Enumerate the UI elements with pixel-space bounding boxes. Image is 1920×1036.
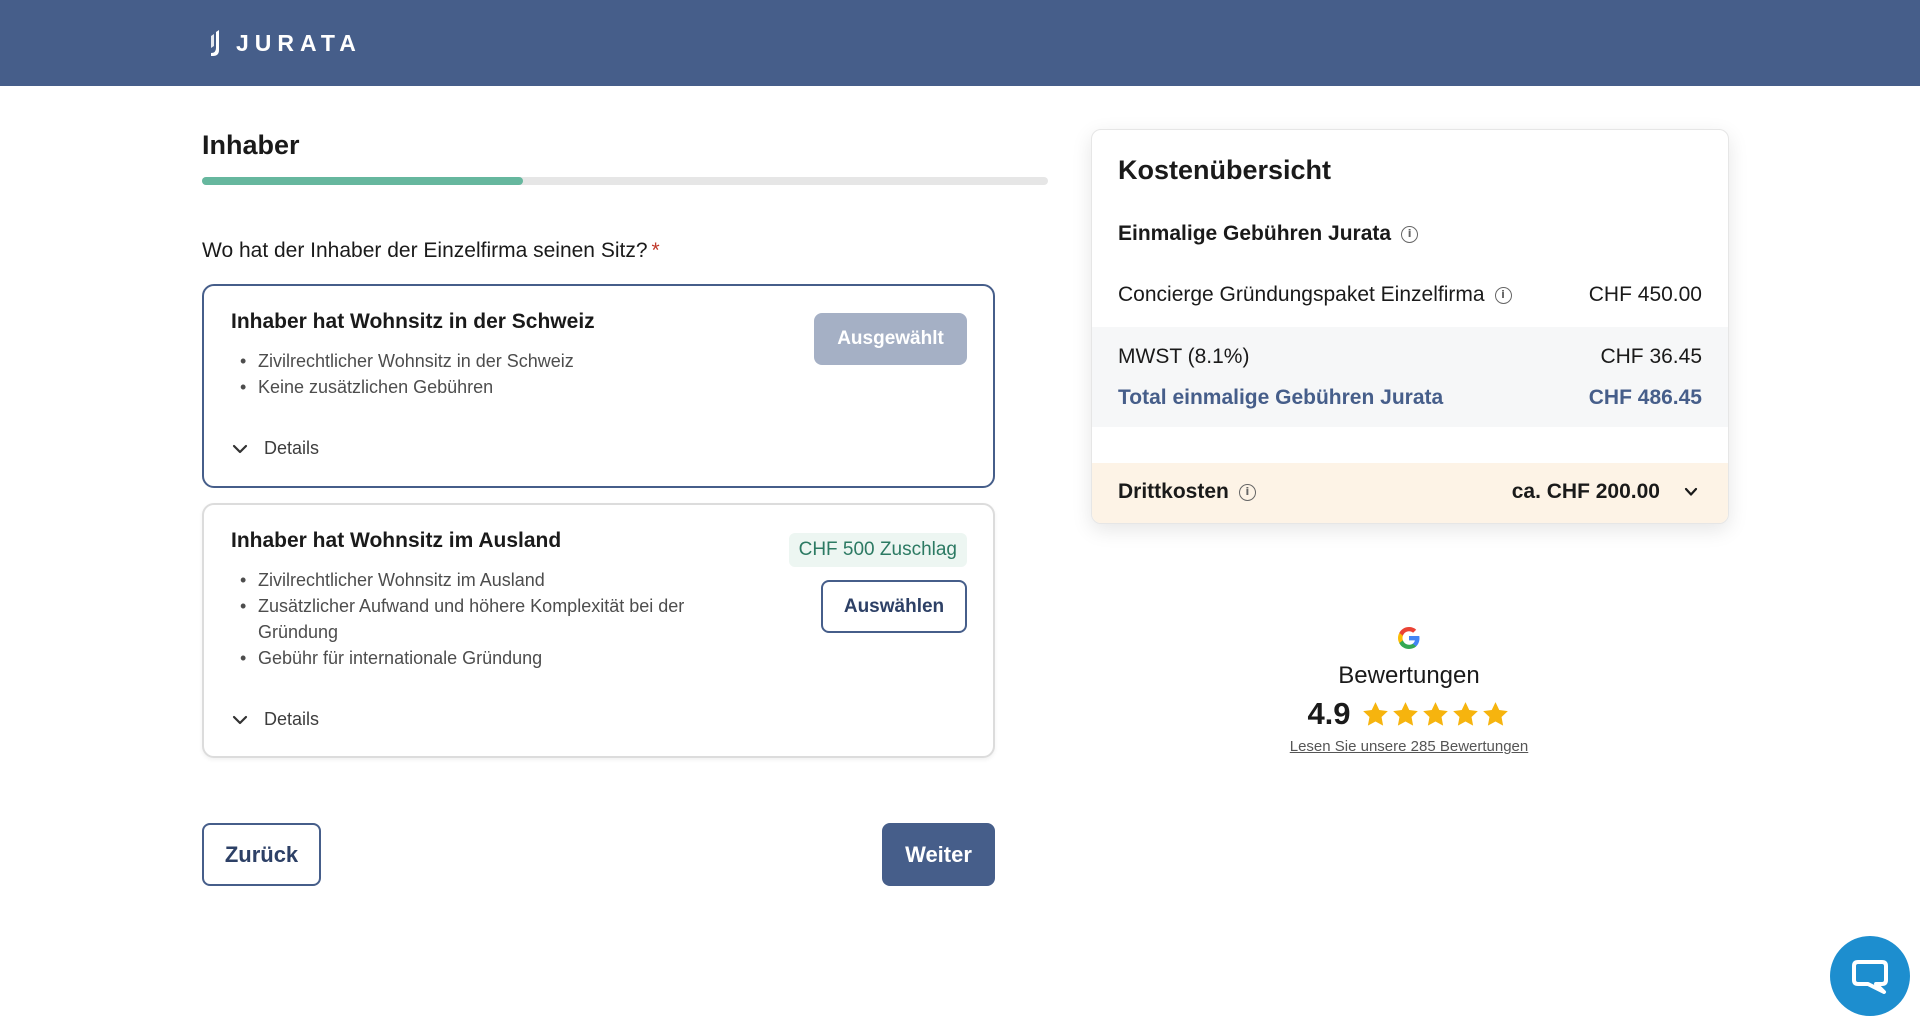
chevron-down-icon <box>232 444 248 453</box>
jurata-logo[interactable]: JURATA <box>208 28 362 58</box>
bullet-item: Keine zusätzlichen Gebühren <box>232 374 732 400</box>
cost-row-vat: MWST (8.1%) CHF 36.45 <box>1118 345 1702 369</box>
logo-text: JURATA <box>236 29 362 56</box>
page-title: Inhaber <box>202 130 300 160</box>
info-icon[interactable]: i <box>1494 286 1512 304</box>
total-value: CHF 486.45 <box>1588 386 1702 409</box>
section-title-text: Einmalige Gebühren Jurata <box>1118 222 1392 245</box>
selected-button[interactable]: Ausgewählt <box>814 313 967 365</box>
option-bullets: Zivilrechtlicher Wohnsitz in der Schweiz… <box>232 348 732 400</box>
option-title: Inhaber hat Wohnsitz im Ausland <box>231 529 562 552</box>
bullet-item: Gebühr für internationale Gründung <box>232 645 732 671</box>
summary-title: Kostenübersicht <box>1118 155 1332 185</box>
option-bullets: Zivilrechtlicher Wohnsitz im Ausland Zus… <box>232 567 732 671</box>
chevron-down-icon[interactable] <box>1684 485 1698 499</box>
progress-bar <box>202 177 1048 185</box>
info-icon[interactable]: i <box>1238 483 1256 501</box>
third-party-value-wrap: ca. CHF 200.00 <box>1512 480 1702 504</box>
cost-row-third-party[interactable]: Drittkosten i ca. CHF 200.00 <box>1118 480 1702 504</box>
google-icon <box>1398 627 1420 649</box>
cost-row-total: Total einmalige Gebühren Jurata CHF 486.… <box>1118 386 1702 410</box>
chat-icon <box>1852 960 1888 994</box>
star-icon <box>1392 701 1418 726</box>
choose-button[interactable]: Auswählen <box>821 580 967 633</box>
star-icon <box>1422 701 1448 726</box>
info-icon[interactable]: i <box>1401 225 1419 243</box>
vat-value: CHF 36.45 <box>1600 345 1702 368</box>
bullet-item: Zivilrechtlicher Wohnsitz im Ausland <box>232 567 732 593</box>
details-label: Details <box>264 438 320 458</box>
question-label: Wo hat der Inhaber der Einzelfirma seine… <box>202 239 660 263</box>
vat-label: MWST (8.1%) <box>1118 345 1250 368</box>
reviews-link[interactable]: Lesen Sie unsere 285 Bewertungen <box>1209 738 1609 755</box>
question-text: Wo hat der Inhaber der Einzelfirma seine… <box>202 239 648 262</box>
rating-score: 4.9 <box>1209 696 1609 732</box>
package-label: Concierge Gründungspaket Einzelfirma <box>1118 283 1485 306</box>
next-button[interactable]: Weiter <box>882 823 995 886</box>
rating-number: 4.9 <box>1307 696 1351 731</box>
total-label: Total einmalige Gebühren Jurata <box>1118 386 1444 409</box>
star-icon <box>1482 701 1508 726</box>
cost-row-label: Concierge Gründungspaket Einzelfirma i <box>1118 283 1512 307</box>
bullet-item: Zivilrechtlicher Wohnsitz in der Schweiz <box>232 348 732 374</box>
surcharge-badge: CHF 500 Zuschlag <box>788 533 967 567</box>
details-toggle[interactable]: Details <box>232 438 319 459</box>
option-card-ausland[interactable]: Inhaber hat Wohnsitz im Ausland Zivilrec… <box>202 503 995 758</box>
progress-fill <box>202 177 524 185</box>
option-card-schweiz[interactable]: Inhaber hat Wohnsitz in der Schweiz Zivi… <box>202 284 995 488</box>
top-header: JURATA <box>0 0 1920 86</box>
details-label: Details <box>264 709 320 729</box>
chevron-down-icon <box>232 715 248 724</box>
star-icon <box>1452 701 1478 726</box>
details-toggle[interactable]: Details <box>232 709 319 730</box>
reviews-widget: Bewertungen 4.9 Lesen Sie unsere 285 Bew… <box>1209 624 1609 755</box>
rating-stars <box>1361 700 1511 729</box>
vat-total-band <box>1092 327 1728 427</box>
cost-row-package: Concierge Gründungspaket Einzelfirma i C… <box>1118 283 1702 307</box>
third-party-label-wrap: Drittkosten i <box>1118 480 1256 504</box>
bullet-item: Zusätzlicher Aufwand und höhere Komplexi… <box>232 593 732 645</box>
reviews-label: Bewertungen <box>1338 662 1480 689</box>
logo-mark-icon <box>211 30 219 56</box>
required-marker: * <box>651 239 660 262</box>
option-title: Inhaber hat Wohnsitz in der Schweiz <box>231 310 595 333</box>
star-icon <box>1362 701 1388 726</box>
summary-section-title: Einmalige Gebühren Jurata i <box>1118 222 1419 246</box>
third-party-value: ca. CHF 200.00 <box>1511 480 1660 503</box>
cost-row-value: CHF 450.00 <box>1588 283 1702 306</box>
third-party-label: Drittkosten <box>1118 480 1229 503</box>
chat-button[interactable] <box>1830 936 1910 1016</box>
back-button[interactable]: Zurück <box>202 823 321 886</box>
cost-summary-card: Kostenübersicht Einmalige Gebühren Jurat… <box>1091 129 1729 524</box>
